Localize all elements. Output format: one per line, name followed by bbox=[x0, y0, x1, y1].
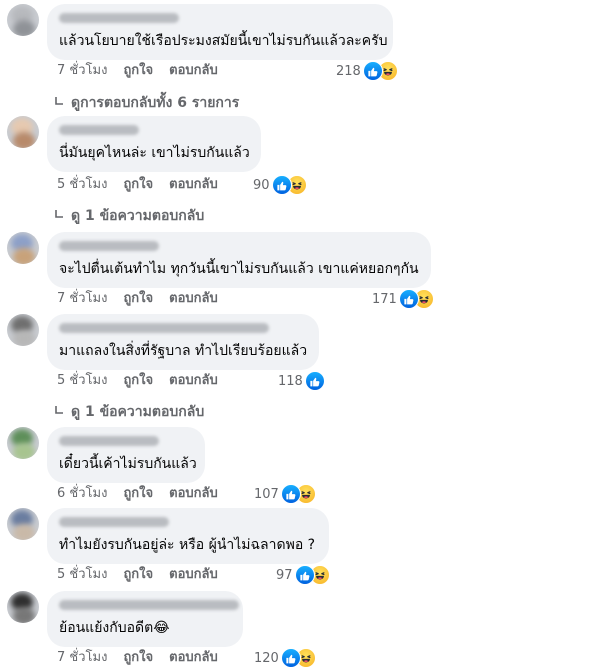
reaction-summary[interactable]: 97 bbox=[276, 565, 330, 585]
timestamp[interactable]: 6 ชั่วโมง bbox=[57, 485, 107, 503]
like-action[interactable]: ถูกใจ bbox=[123, 566, 153, 584]
view-replies-link[interactable]: ดู 1 ข้อความตอบกลับ bbox=[55, 205, 204, 227]
commenter-name-blurred[interactable] bbox=[59, 600, 239, 610]
reply-action[interactable]: ตอบกลับ bbox=[169, 485, 218, 503]
reaction-summary[interactable]: 171 bbox=[372, 289, 434, 309]
view-replies-label: ดู 1 ข้อความตอบกลับ bbox=[71, 404, 205, 420]
like-action[interactable]: ถูกใจ bbox=[123, 485, 153, 503]
reply-action[interactable]: ตอบกลับ bbox=[169, 566, 218, 584]
reaction-count: 90 bbox=[253, 177, 270, 193]
timestamp[interactable]: 7 ชั่วโมง bbox=[57, 649, 107, 667]
comment-bubble: นี่มันยุคไหนล่ะ เขาไม่รบกันแล้ว bbox=[47, 116, 261, 172]
comment-bubble: ทำไมยังรบกันอยู่ล่ะ หรือ ผู้นำไม่ฉลาดพอ … bbox=[47, 508, 329, 564]
comment-actions: 7 ชั่วโมง ถูกใจ ตอบกลับ bbox=[57, 290, 218, 308]
reaction-count: 107 bbox=[254, 486, 279, 502]
reaction-count: 120 bbox=[254, 650, 279, 666]
comment-text: นี่มันยุคไหนล่ะ เขาไม่รบกันแล้ว bbox=[59, 145, 250, 161]
comment-actions: 5 ชั่วโมง ถูกใจ ตอบกลับ bbox=[57, 176, 218, 194]
avatar[interactable] bbox=[7, 508, 39, 540]
comment-bubble: จะไปตื่นเต้นทำไม ทุกวันนี้เขาไม่รบกันแล้… bbox=[47, 232, 431, 288]
reply-action[interactable]: ตอบกลับ bbox=[169, 290, 218, 308]
view-replies-link[interactable]: ดู 1 ข้อความตอบกลับ bbox=[55, 401, 204, 423]
timestamp[interactable]: 7 ชั่วโมง bbox=[57, 62, 107, 80]
avatar[interactable] bbox=[7, 232, 39, 264]
commenter-name-blurred[interactable] bbox=[59, 517, 169, 527]
avatar[interactable] bbox=[7, 591, 39, 623]
comment-bubble: แล้วนโยบายใช้เรือประมงสมัยนี้เขาไม่รบกัน… bbox=[47, 4, 393, 60]
reaction-summary[interactable]: 120 bbox=[254, 648, 316, 668]
view-replies-label: ดู 1 ข้อความตอบกลับ bbox=[71, 208, 205, 224]
comment-actions: 6 ชั่วโมง ถูกใจ ตอบกลับ bbox=[57, 485, 218, 503]
comment-text: ย้อนแย้งกับอดีต😂 bbox=[59, 620, 170, 636]
reaction-count: 97 bbox=[276, 567, 293, 583]
reaction-count: 171 bbox=[372, 291, 397, 307]
like-reaction-icon bbox=[280, 484, 301, 504]
comment-bubble: มาแถลงในสิ่งที่รัฐบาล ทำไปเรียบร้อยแล้ว bbox=[47, 314, 319, 370]
commenter-name-blurred[interactable] bbox=[59, 125, 139, 135]
reaction-summary[interactable]: 118 bbox=[278, 371, 325, 391]
commenter-name-blurred[interactable] bbox=[59, 436, 159, 446]
commenter-name-blurred[interactable] bbox=[59, 241, 159, 251]
comment-text: แล้วนโยบายใช้เรือประมงสมัยนี้เขาไม่รบกัน… bbox=[59, 33, 388, 49]
comment-actions: 5 ชั่วโมง ถูกใจ ตอบกลับ bbox=[57, 566, 218, 584]
comment-actions: 7 ชั่วโมง ถูกใจ ตอบกลับ bbox=[57, 649, 218, 667]
reply-arrow-icon bbox=[55, 406, 63, 414]
like-action[interactable]: ถูกใจ bbox=[123, 290, 153, 308]
timestamp[interactable]: 5 ชั่วโมง bbox=[57, 176, 107, 194]
comment-actions: 5 ชั่วโมง ถูกใจ ตอบกลับ bbox=[57, 372, 218, 390]
like-action[interactable]: ถูกใจ bbox=[123, 372, 153, 390]
like-action[interactable]: ถูกใจ bbox=[123, 176, 153, 194]
avatar[interactable] bbox=[7, 314, 39, 346]
like-reaction-icon bbox=[271, 175, 292, 195]
view-replies-link[interactable]: ดูการตอบกลับทั้ง 6 รายการ bbox=[55, 92, 239, 114]
comment-text: เดี๋ยวนี้เค้าไม่รบกันแล้ว bbox=[59, 456, 197, 472]
avatar[interactable] bbox=[7, 116, 39, 148]
like-reaction-icon bbox=[362, 61, 383, 81]
like-reaction-icon bbox=[304, 371, 325, 391]
reaction-count: 218 bbox=[336, 63, 361, 79]
reply-action[interactable]: ตอบกลับ bbox=[169, 62, 218, 80]
reaction-summary[interactable]: 90 bbox=[253, 175, 307, 195]
reply-action[interactable]: ตอบกลับ bbox=[169, 372, 218, 390]
comment-bubble: เดี๋ยวนี้เค้าไม่รบกันแล้ว bbox=[47, 427, 205, 483]
reaction-summary[interactable]: 218 bbox=[336, 61, 398, 81]
like-action[interactable]: ถูกใจ bbox=[123, 649, 153, 667]
reply-arrow-icon bbox=[55, 210, 63, 218]
timestamp[interactable]: 7 ชั่วโมง bbox=[57, 290, 107, 308]
avatar[interactable] bbox=[7, 4, 39, 36]
comment-text: จะไปตื่นเต้นทำไม ทุกวันนี้เขาไม่รบกันแล้… bbox=[59, 261, 419, 277]
reaction-count: 118 bbox=[278, 373, 303, 389]
timestamp[interactable]: 5 ชั่วโมง bbox=[57, 566, 107, 584]
comment-actions: 7 ชั่วโมง ถูกใจ ตอบกลับ bbox=[57, 62, 218, 80]
commenter-name-blurred[interactable] bbox=[59, 323, 269, 333]
comment-bubble: ย้อนแย้งกับอดีต😂 bbox=[47, 591, 243, 647]
commenter-name-blurred[interactable] bbox=[59, 13, 179, 23]
reply-arrow-icon bbox=[55, 97, 63, 105]
like-reaction-icon bbox=[280, 648, 301, 668]
like-action[interactable]: ถูกใจ bbox=[123, 62, 153, 80]
avatar[interactable] bbox=[7, 427, 39, 459]
comment-text: มาแถลงในสิ่งที่รัฐบาล ทำไปเรียบร้อยแล้ว bbox=[59, 343, 308, 359]
like-reaction-icon bbox=[398, 289, 419, 309]
timestamp[interactable]: 5 ชั่วโมง bbox=[57, 372, 107, 390]
like-reaction-icon bbox=[294, 565, 315, 585]
reply-action[interactable]: ตอบกลับ bbox=[169, 649, 218, 667]
reply-action[interactable]: ตอบกลับ bbox=[169, 176, 218, 194]
reaction-summary[interactable]: 107 bbox=[254, 484, 316, 504]
comment-text: ทำไมยังรบกันอยู่ล่ะ หรือ ผู้นำไม่ฉลาดพอ … bbox=[59, 537, 316, 553]
view-replies-label: ดูการตอบกลับทั้ง 6 รายการ bbox=[71, 95, 240, 111]
